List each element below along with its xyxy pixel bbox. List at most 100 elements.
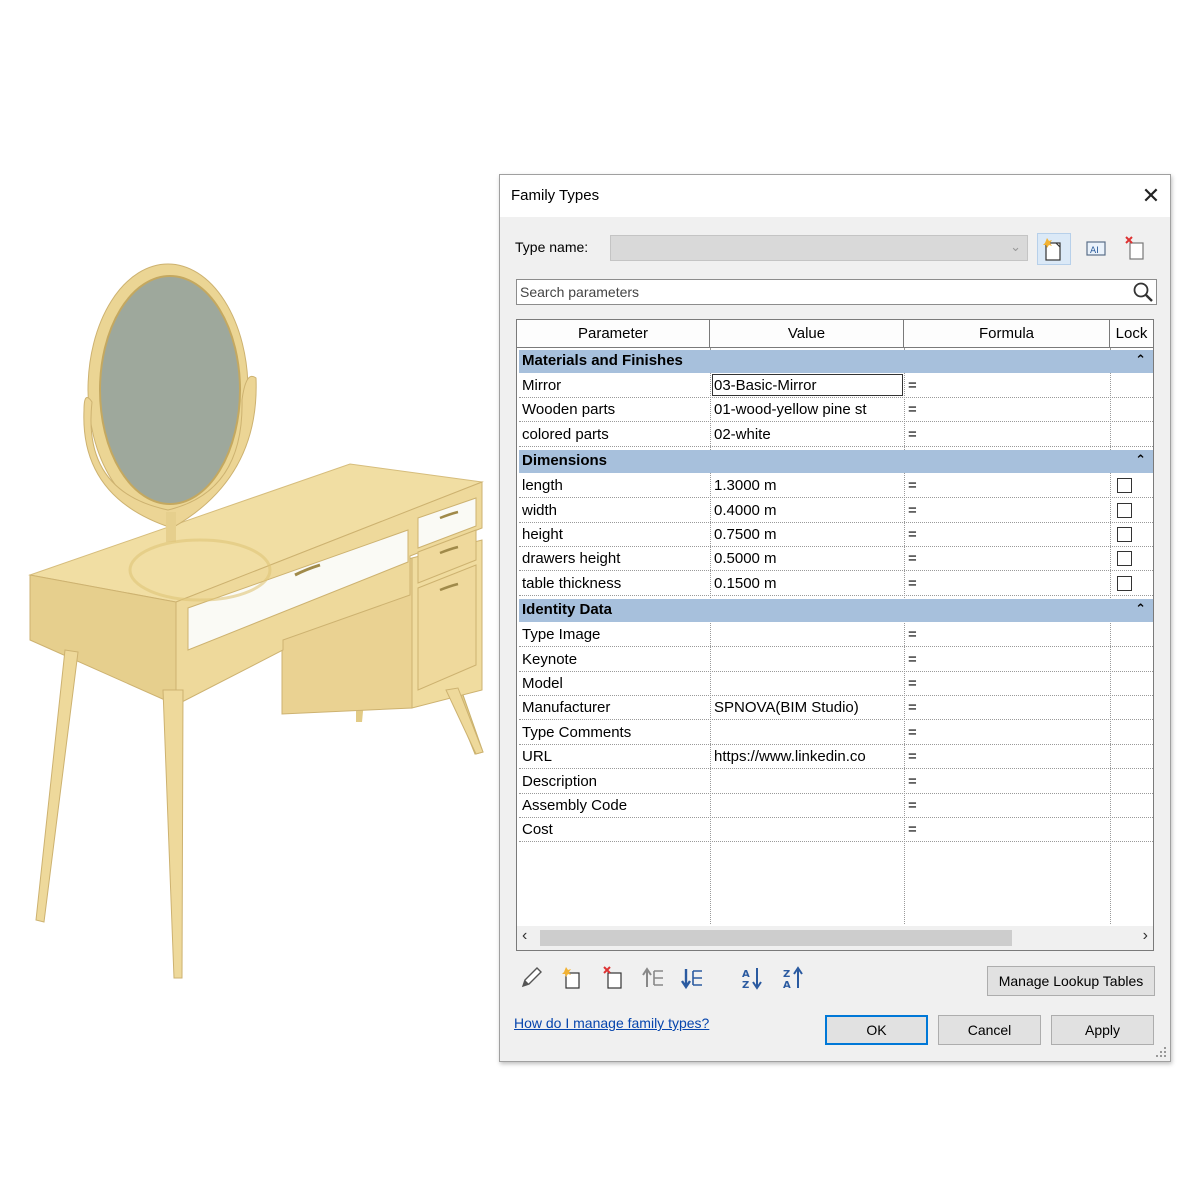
- parameter-row[interactable]: Type Comments =: [519, 721, 1153, 745]
- horizontal-scrollbar[interactable]: ‹ ›: [517, 926, 1153, 950]
- parameter-formula[interactable]: =: [908, 401, 928, 418]
- edit-parameter-button[interactable]: [518, 965, 544, 991]
- parameter-name: width: [522, 501, 558, 519]
- sort-ascending-button[interactable]: A Z: [740, 965, 766, 991]
- parameter-value[interactable]: 03-Basic-Mirror: [712, 374, 903, 396]
- lock-checkbox[interactable]: [1117, 527, 1132, 542]
- parameter-row[interactable]: Model =: [519, 672, 1153, 696]
- parameter-row[interactable]: Manufacturer SPNOVA(BIM Studio) =: [519, 696, 1153, 721]
- new-type-icon: [1043, 238, 1061, 261]
- parameter-formula[interactable]: =: [908, 724, 928, 741]
- parameter-formula[interactable]: =: [908, 626, 928, 643]
- cancel-button[interactable]: Cancel: [938, 1015, 1041, 1045]
- lock-checkbox[interactable]: [1117, 575, 1132, 591]
- parameter-row[interactable]: Mirror 03-Basic-Mirror =: [519, 374, 1153, 398]
- delete-type-button[interactable]: [1120, 233, 1154, 265]
- parameter-formula[interactable]: =: [908, 748, 928, 765]
- group-header[interactable]: Materials and Finishes ⌃: [519, 350, 1153, 373]
- column-header-parameter[interactable]: Parameter: [517, 320, 710, 347]
- new-parameter-button[interactable]: [560, 965, 586, 991]
- search-input[interactable]: [520, 283, 1120, 301]
- parameter-name: table thickness: [522, 574, 622, 592]
- parameter-row[interactable]: length 1.3000 m =: [519, 474, 1153, 499]
- sort-descending-button[interactable]: Z A: [781, 965, 807, 991]
- parameter-formula[interactable]: =: [908, 651, 928, 668]
- scrollbar-thumb[interactable]: [540, 930, 1012, 946]
- parameter-value[interactable]: 0.1500 m: [714, 575, 902, 592]
- parameter-value[interactable]: 0.5000 m: [714, 550, 902, 567]
- rename-type-button[interactable]: AI: [1080, 233, 1114, 265]
- column-header-value[interactable]: Value: [710, 320, 904, 347]
- parameter-value[interactable]: https://www.linkedin.co: [714, 748, 902, 765]
- column-header-formula[interactable]: Formula: [904, 320, 1110, 347]
- pencil-icon: [521, 967, 542, 988]
- parameter-row[interactable]: table thickness 0.1500 m =: [519, 572, 1153, 596]
- parameter-name: Manufacturer: [522, 699, 611, 717]
- parameter-formula[interactable]: =: [908, 773, 928, 790]
- parameter-formula[interactable]: =: [908, 426, 928, 443]
- ok-button[interactable]: OK: [825, 1015, 928, 1045]
- parameter-row[interactable]: Type Image =: [519, 623, 1153, 648]
- mirror-glass: [99, 275, 241, 505]
- search-parameters-field[interactable]: [516, 279, 1157, 305]
- help-link[interactable]: How do I manage family types?: [514, 1015, 709, 1031]
- move-up-button[interactable]: [641, 965, 667, 991]
- resize-grip-icon[interactable]: [1155, 1046, 1167, 1058]
- collapse-icon[interactable]: ⌃: [1135, 601, 1146, 617]
- lock-checkbox[interactable]: [1117, 502, 1132, 518]
- parameter-formula[interactable]: =: [908, 821, 928, 838]
- column-header-lock[interactable]: Lock: [1110, 320, 1153, 347]
- parameter-formula[interactable]: =: [908, 550, 928, 567]
- parameter-value[interactable]: 1.3000 m: [714, 477, 902, 494]
- group-header[interactable]: Dimensions ⌃: [519, 450, 1153, 474]
- parameter-value[interactable]: 02-white: [714, 426, 902, 443]
- parameter-name: colored parts: [522, 425, 609, 443]
- move-down-button[interactable]: [680, 965, 706, 991]
- parameter-formula[interactable]: =: [908, 502, 928, 519]
- dialog-title: Family Types: [511, 187, 600, 204]
- parameter-name: Description: [522, 772, 598, 790]
- parameter-formula[interactable]: =: [908, 675, 928, 692]
- close-icon[interactable]: ✕: [1136, 181, 1166, 211]
- parameter-formula[interactable]: =: [908, 699, 928, 716]
- parameter-row[interactable]: URL https://www.linkedin.co =: [519, 745, 1153, 770]
- parameter-value[interactable]: 0.7500 m: [714, 526, 902, 543]
- mirror-post: [166, 512, 176, 542]
- parameter-formula[interactable]: =: [908, 575, 928, 592]
- parameter-formula[interactable]: =: [908, 526, 928, 543]
- parameter-row[interactable]: Description =: [519, 770, 1153, 794]
- collapse-icon[interactable]: ⌃: [1135, 452, 1146, 468]
- lock-checkbox[interactable]: [1117, 478, 1132, 494]
- parameter-row[interactable]: drawers height 0.5000 m =: [519, 547, 1153, 572]
- parameter-value[interactable]: 01-wood-yellow pine st: [714, 401, 902, 418]
- parameter-row[interactable]: colored parts 02-white =: [519, 423, 1153, 447]
- collapse-icon[interactable]: ⌃: [1135, 352, 1146, 368]
- parameter-formula[interactable]: =: [908, 797, 928, 814]
- family-types-dialog: Family Types ✕ Type name: ⌄ AI Search pa…: [499, 174, 1171, 1062]
- manage-lookup-tables-button[interactable]: Manage Lookup Tables: [987, 966, 1155, 996]
- lock-checkbox[interactable]: [1117, 551, 1132, 567]
- parameter-value[interactable]: 0.4000 m: [714, 502, 902, 519]
- parameter-value[interactable]: SPNOVA(BIM Studio): [714, 699, 902, 716]
- delete-parameter-button[interactable]: [601, 965, 627, 991]
- new-parameter-icon: [562, 967, 580, 989]
- parameter-row[interactable]: Keynote =: [519, 648, 1153, 672]
- front-leg-left: [35, 649, 79, 923]
- apply-button[interactable]: Apply: [1051, 1015, 1154, 1045]
- scroll-right-icon[interactable]: ›: [1143, 927, 1148, 945]
- parameter-formula[interactable]: =: [908, 477, 928, 494]
- parameter-row[interactable]: Assembly Code =: [519, 794, 1153, 818]
- type-name-dropdown[interactable]: ⌄: [610, 235, 1028, 261]
- parameter-formula[interactable]: =: [908, 377, 928, 394]
- parameter-row[interactable]: height 0.7500 m =: [519, 523, 1153, 547]
- parameter-row[interactable]: width 0.4000 m =: [519, 499, 1153, 523]
- search-icon[interactable]: [1132, 281, 1154, 303]
- parameter-row[interactable]: Wooden parts 01-wood-yellow pine st =: [519, 398, 1153, 423]
- parameter-name: Wooden parts: [522, 401, 616, 419]
- group-header[interactable]: Identity Data ⌃: [519, 599, 1153, 623]
- new-type-button[interactable]: [1037, 233, 1071, 265]
- svg-text:A: A: [742, 969, 750, 980]
- parameter-row[interactable]: Cost =: [519, 818, 1153, 843]
- title-bar: Family Types ✕: [500, 175, 1170, 217]
- scroll-left-icon[interactable]: ‹: [522, 927, 527, 945]
